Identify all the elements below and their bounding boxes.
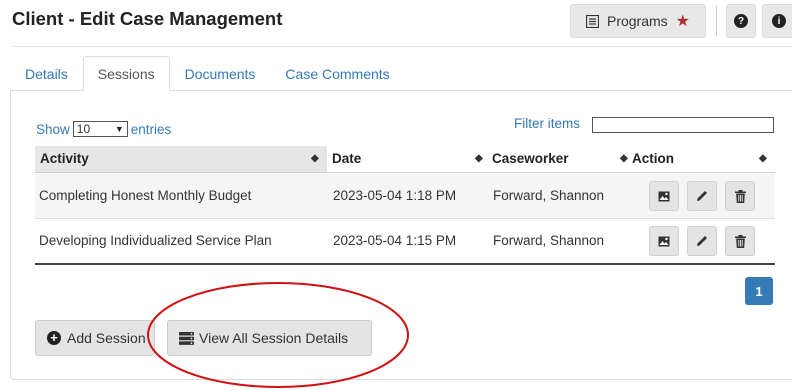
column-activity[interactable]: Activity ◆ <box>35 146 327 172</box>
column-date-label: Date <box>332 151 362 166</box>
tab-case-comments[interactable]: Case Comments <box>270 56 404 91</box>
pencil-icon <box>697 191 707 201</box>
entries-suffix: entries <box>130 121 172 137</box>
view-image-button[interactable] <box>649 181 679 211</box>
sort-icon: ◆ <box>475 153 483 164</box>
pagination-page-1[interactable]: 1 <box>745 277 773 305</box>
cell-activity: Completing Honest Monthly Budget <box>39 188 252 203</box>
tab-details[interactable]: Details <box>10 56 83 91</box>
cell-date: 2023-05-04 1:18 PM <box>333 188 457 203</box>
server-icon <box>179 331 194 345</box>
pencil-icon <box>697 236 707 246</box>
info-button[interactable]: i <box>762 4 792 38</box>
column-date[interactable]: Date ◆ <box>327 146 487 172</box>
programs-button[interactable]: Programs ★ <box>570 4 706 38</box>
sort-icon: ◆ <box>759 153 767 164</box>
toolbar-divider <box>716 6 717 36</box>
filter-input[interactable] <box>592 117 774 133</box>
add-session-label: Add Session <box>67 330 146 346</box>
cell-activity: Developing Individualized Service Plan <box>39 233 272 248</box>
view-all-label: View All Session Details <box>199 330 349 346</box>
info-icon: i <box>772 14 786 28</box>
table-bottom-border <box>35 263 775 265</box>
chevron-down-icon: ▼ <box>114 124 124 134</box>
sort-icon: ◆ <box>311 153 319 164</box>
tab-sessions[interactable]: Sessions <box>82 56 170 91</box>
column-activity-label: Activity <box>40 151 89 166</box>
show-entries: Show 10 ▼ entries <box>36 121 171 137</box>
plus-circle-icon: + <box>47 331 61 345</box>
table-row: Developing Individualized Service Plan 2… <box>35 219 775 263</box>
tab-documents[interactable]: Documents <box>170 56 271 91</box>
help-button[interactable]: ? <box>726 4 756 38</box>
add-session-button[interactable]: + Add Session <box>35 320 155 356</box>
tab-bar: Details Sessions Documents Case Comments <box>10 56 405 91</box>
entries-select[interactable]: 10 ▼ <box>72 121 128 137</box>
delete-button[interactable] <box>725 181 755 211</box>
image-icon <box>658 236 670 246</box>
cell-caseworker: Forward, Shannon <box>493 233 605 248</box>
filter-label: Filter items <box>514 116 581 131</box>
header-divider <box>12 46 792 47</box>
show-label: Show <box>36 121 70 137</box>
list-icon <box>585 14 599 28</box>
programs-label: Programs <box>606 13 668 29</box>
entries-value: 10 <box>76 122 91 136</box>
view-image-button[interactable] <box>649 226 679 256</box>
cell-date: 2023-05-04 1:15 PM <box>333 233 457 248</box>
view-all-session-details-button[interactable]: View All Session Details <box>167 320 372 356</box>
image-icon <box>658 191 670 201</box>
cell-caseworker: Forward, Shannon <box>493 188 605 203</box>
page-title: Client - Edit Case Management <box>12 8 283 29</box>
column-action-label: Action <box>632 151 674 166</box>
edit-button[interactable] <box>687 226 717 256</box>
table-header: Activity ◆ Date ◆ Caseworker ◆ Action ◆ <box>35 146 775 172</box>
star-icon: ★ <box>675 13 691 30</box>
column-action[interactable]: Action ◆ <box>627 146 775 172</box>
table-row: Completing Honest Monthly Budget 2023-05… <box>35 174 775 218</box>
trash-icon <box>734 234 746 248</box>
delete-button[interactable] <box>725 226 755 256</box>
column-caseworker[interactable]: Caseworker ◆ <box>487 146 628 172</box>
edit-button[interactable] <box>687 181 717 211</box>
trash-icon <box>734 189 746 203</box>
header-divider <box>35 172 775 173</box>
column-caseworker-label: Caseworker <box>492 151 569 166</box>
question-icon: ? <box>734 14 748 28</box>
